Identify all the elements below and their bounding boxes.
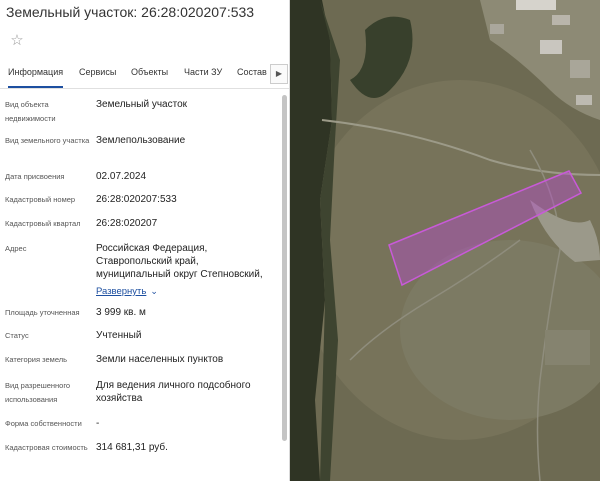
tab-info[interactable]: Информация: [8, 62, 64, 88]
field-value: 26:28:020207:533: [96, 194, 177, 205]
tab-bar: Информация Сервисы Объекты Части ЗУ Сост…: [0, 62, 289, 89]
field-label: Кадастровый номер: [5, 195, 76, 204]
field-label: Дата присвоения: [5, 172, 65, 181]
expand-label[interactable]: Развернуть: [96, 286, 146, 297]
field-value: Для ведения личного подсобного хозяйства: [96, 380, 251, 404]
field-value: 26:28:020207: [96, 218, 158, 229]
field-value: Российская Федерация, Ставропольский кра…: [96, 243, 263, 280]
building: [570, 60, 590, 78]
field-value: Учтенный: [96, 330, 142, 341]
field-value: -: [96, 418, 100, 429]
bare-ground: [545, 330, 590, 365]
field-label: Площадь уточненная: [5, 308, 80, 317]
building: [516, 0, 556, 10]
field-label: Кадастровый квартал: [5, 219, 81, 228]
tab-parts[interactable]: Части ЗУ: [184, 62, 222, 86]
field-label: Кадастровая стоимость: [5, 443, 88, 452]
field-label: Статус: [5, 331, 29, 340]
building: [552, 15, 570, 25]
field-value: 314 681,31 руб.: [96, 442, 168, 453]
info-panel: Земельный участок: 26:28:020207:533 ☆ Ин…: [0, 0, 290, 481]
field-value: Землепользование: [96, 135, 186, 146]
tab-objects[interactable]: Объекты: [131, 62, 168, 86]
panel-title: Земельный участок: 26:28:020207:533: [6, 4, 255, 20]
star-icon[interactable]: ☆: [8, 32, 26, 50]
expand-link[interactable]: Развернуть ⌄: [96, 285, 276, 298]
building: [540, 40, 562, 54]
scrollbar[interactable]: [282, 95, 287, 441]
field-label: Вид земельного участка: [5, 136, 90, 145]
chevron-right-icon[interactable]: ▶: [270, 64, 288, 84]
map-canvas[interactable]: [290, 0, 600, 481]
building: [576, 95, 592, 105]
field-label: Вид объекта недвижимости: [5, 100, 56, 123]
satellite-map[interactable]: [290, 0, 600, 481]
field-value: Земли населенных пунктов: [96, 354, 224, 365]
field-value: Земельный участок: [96, 99, 188, 110]
field-value: 3 999 кв. м: [96, 307, 146, 318]
field-label: Адрес: [5, 244, 27, 253]
chevron-down-icon[interactable]: ⌄: [150, 286, 158, 296]
field-label: Форма собственности: [5, 419, 82, 428]
building: [490, 24, 504, 34]
tab-services[interactable]: Сервисы: [79, 62, 116, 86]
field-label: Категория земель: [5, 355, 68, 364]
field-label: Вид разрешенного использования: [5, 381, 71, 404]
field-value: 02.07.2024: [96, 171, 147, 182]
tab-composition[interactable]: Состав: [237, 62, 267, 86]
